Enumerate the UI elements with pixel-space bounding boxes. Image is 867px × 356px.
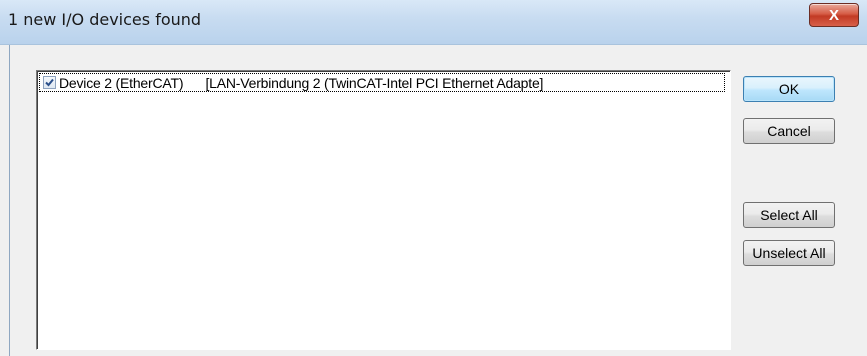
device-list[interactable]: Device 2 (EtherCAT) [LAN-Verbindung 2 (T… [36,70,731,350]
close-icon: X [828,6,839,24]
dialog-window: 1 new I/O devices found X Device 2 (Ethe… [0,0,867,356]
unselect-all-button[interactable]: Unselect All [743,240,835,266]
checkmark-icon [45,78,54,87]
window-title: 1 new I/O devices found [8,10,202,29]
device-checkbox[interactable] [43,76,56,89]
ok-button[interactable]: OK [743,76,835,102]
title-bar[interactable]: 1 new I/O devices found X [0,0,867,45]
device-adapter: [LAN-Verbindung 2 (TwinCAT-Intel PCI Eth… [205,74,544,91]
select-all-button[interactable]: Select All [743,202,835,228]
cancel-button[interactable]: Cancel [743,118,835,144]
close-button[interactable]: X [809,3,859,27]
device-spacer [183,75,205,91]
dialog-client-area: Device 2 (EtherCAT) [LAN-Verbindung 2 (T… [9,45,867,356]
list-item[interactable]: Device 2 (EtherCAT) [LAN-Verbindung 2 (T… [39,73,725,92]
device-name: Device 2 (EtherCAT) [59,74,184,91]
